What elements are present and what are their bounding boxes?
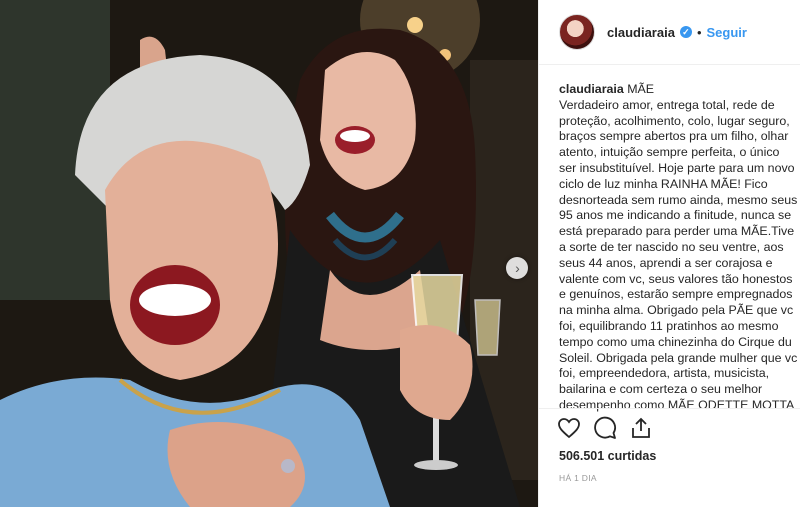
header-separator: •	[696, 24, 702, 40]
avatar[interactable]	[559, 14, 595, 50]
verified-badge-icon: ✓	[679, 26, 692, 38]
heart-icon[interactable]	[557, 416, 581, 440]
follow-button[interactable]: Seguir	[707, 25, 747, 40]
likes-count[interactable]: 506.501 curtidas	[559, 449, 656, 463]
post-sidebar: claudiaraia ✓ • Seguir claudiaraia MÃE V…	[538, 0, 800, 507]
post-caption: claudiaraia MÃE Verdadeiro amor, entrega…	[559, 82, 799, 414]
post-actions	[557, 416, 653, 440]
caption-username[interactable]: claudiaraia	[559, 82, 624, 96]
comment-icon[interactable]	[593, 416, 617, 440]
chevron-right-icon: ›	[515, 260, 520, 276]
header-username[interactable]: claudiaraia	[607, 25, 675, 40]
actions-divider	[539, 408, 800, 409]
share-icon[interactable]	[629, 416, 653, 440]
post-timestamp[interactable]: HÁ 1 DIA	[559, 473, 597, 483]
post-photo[interactable]: ›	[0, 0, 538, 507]
carousel-next-button[interactable]: ›	[506, 257, 528, 279]
photo-illustration	[0, 0, 538, 507]
post-header: claudiaraia ✓ • Seguir	[539, 0, 800, 65]
caption-text: MÃE Verdadeiro amor, entrega total, rede…	[559, 82, 798, 412]
